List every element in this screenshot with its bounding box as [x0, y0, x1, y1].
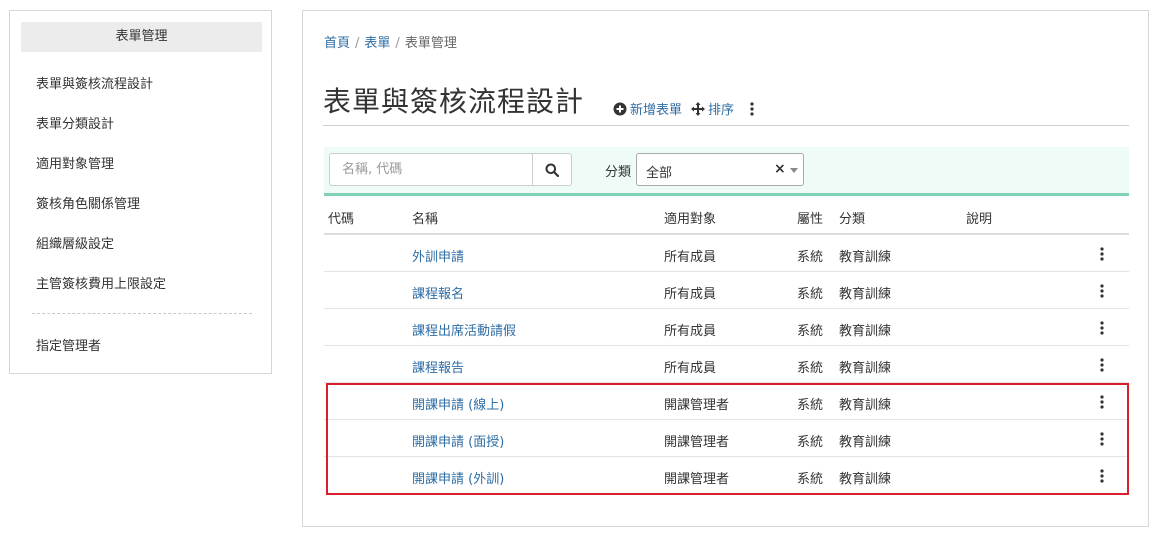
cell-name-link[interactable]: 課程出席活動請假 — [412, 320, 516, 339]
sidebar-item-org-level-settings[interactable]: 組織層級設定 — [36, 233, 114, 252]
header-category: 分類 — [839, 212, 866, 227]
cell-attr: 系統 — [797, 472, 824, 487]
vertical-ellipsis-icon — [1100, 358, 1104, 372]
header-target: 適用對象 — [664, 212, 717, 227]
row-more-menu[interactable] — [1094, 319, 1110, 337]
vertical-ellipsis-icon — [1100, 247, 1104, 261]
category-clear-icon[interactable]: × — [774, 161, 786, 177]
vertical-ellipsis-icon — [1100, 469, 1104, 483]
sidebar: 表單管理 表單與簽核流程設計 表單分類設計 適用對象管理 簽核角色關係管理 組織… — [9, 10, 272, 374]
vertical-ellipsis-icon — [1100, 284, 1104, 298]
sidebar-item-target-management[interactable]: 適用對象管理 — [36, 153, 114, 172]
chevron-down-icon — [790, 168, 798, 173]
cell-category: 教育訓練 — [839, 472, 892, 487]
filter-bar: 分類 全部 × — [324, 147, 1129, 196]
sidebar-item-approval-role-relations[interactable]: 簽核角色關係管理 — [36, 193, 140, 212]
plus-circle-icon — [613, 102, 627, 115]
table-header: 代碼 名稱 適用對象 屬性 分類 說明 — [324, 199, 1129, 235]
cell-category: 教育訓練 — [839, 250, 892, 265]
search-input[interactable] — [329, 153, 533, 186]
cell-target: 開課管理者 — [664, 472, 730, 487]
title-divider — [323, 125, 1129, 126]
page: 表單管理 表單與簽核流程設計 表單分類設計 適用對象管理 簽核角色關係管理 組織… — [0, 0, 1162, 538]
cell-target: 所有成員 — [664, 287, 717, 302]
breadcrumb-current: 表單管理 — [404, 36, 457, 51]
main-panel: 首頁 / 表單 / 表單管理 表單與簽核流程設計 新增表單 排序 名稱, 代碼 … — [302, 10, 1149, 527]
cell-target: 所有成員 — [664, 324, 717, 339]
move-arrows-icon — [691, 101, 706, 116]
header-description: 說明 — [966, 212, 993, 227]
cell-name-link[interactable]: 外訓申請 — [412, 246, 464, 265]
cell-category: 教育訓練 — [839, 435, 892, 450]
vertical-ellipsis-icon — [1100, 321, 1104, 335]
row-more-menu[interactable] — [1094, 245, 1110, 263]
cell-target: 所有成員 — [664, 250, 717, 265]
cell-name-link[interactable]: 開課申請 (外訓) — [412, 468, 504, 487]
cell-attr: 系統 — [797, 398, 824, 413]
cell-attr: 系統 — [797, 361, 824, 376]
breadcrumb: 首頁 / 表單 / 表單管理 — [324, 32, 457, 51]
cell-target: 所有成員 — [664, 361, 717, 376]
cell-target: 開課管理者 — [664, 398, 730, 413]
cell-category: 教育訓練 — [839, 361, 892, 376]
breadcrumb-separator: / — [355, 36, 360, 51]
page-more-menu[interactable] — [749, 101, 755, 116]
cell-category: 教育訓練 — [839, 324, 892, 339]
category-label: 分類 — [605, 165, 632, 180]
vertical-ellipsis-icon — [750, 101, 754, 116]
forms-table: 代碼 名稱 適用對象 屬性 分類 說明 外訓申請 所有成員 系統 教育訓練 課程… — [324, 199, 1129, 494]
table-row: 開課申請 (外訓) 開課管理者 系統 教育訓練 — [324, 457, 1129, 494]
breadcrumb-forms[interactable]: 表單 — [364, 36, 390, 51]
header-attr: 屬性 — [797, 212, 824, 227]
cell-name-link[interactable]: 開課申請 (面授) — [412, 431, 504, 450]
table-row: 課程報名 所有成員 系統 教育訓練 — [324, 272, 1129, 309]
header-code: 代碼 — [328, 212, 355, 227]
add-form-label: 新增表單 — [630, 103, 683, 118]
sidebar-item-form-flow-design[interactable]: 表單與簽核流程設計 — [36, 73, 153, 92]
row-more-menu[interactable] — [1094, 356, 1110, 374]
cell-attr: 系統 — [797, 250, 824, 265]
cell-attr: 系統 — [797, 287, 824, 302]
row-more-menu[interactable] — [1094, 393, 1110, 411]
row-more-menu[interactable] — [1094, 467, 1110, 485]
table-row: 外訓申請 所有成員 系統 教育訓練 — [324, 235, 1129, 272]
table-row: 課程報告 所有成員 系統 教育訓練 — [324, 346, 1129, 383]
sidebar-item-form-category-design[interactable]: 表單分類設計 — [36, 113, 114, 132]
title-actions: 新增表單 排序 — [613, 99, 755, 118]
cell-attr: 系統 — [797, 324, 824, 339]
cell-attr: 系統 — [797, 435, 824, 450]
sort-label: 排序 — [708, 103, 735, 118]
vertical-ellipsis-icon — [1100, 432, 1104, 446]
search-icon — [545, 163, 559, 177]
sidebar-header: 表單管理 — [21, 22, 262, 52]
cell-name-link[interactable]: 課程報告 — [412, 357, 464, 376]
breadcrumb-separator: / — [395, 36, 400, 51]
category-select[interactable]: 全部 × — [636, 153, 804, 186]
sidebar-item-manager-cost-limit[interactable]: 主管簽核費用上限設定 — [36, 273, 166, 292]
vertical-ellipsis-icon — [1100, 395, 1104, 409]
add-form-button[interactable]: 新增表單 — [613, 99, 682, 118]
table-row: 開課申請 (面授) 開課管理者 系統 教育訓練 — [324, 420, 1129, 457]
search-button[interactable] — [532, 153, 572, 186]
breadcrumb-home[interactable]: 首頁 — [324, 36, 350, 51]
header-name: 名稱 — [412, 212, 439, 227]
row-more-menu[interactable] — [1094, 282, 1110, 300]
cell-name-link[interactable]: 開課申請 (線上) — [412, 394, 504, 413]
table-row: 開課申請 (線上) 開課管理者 系統 教育訓練 — [324, 383, 1129, 420]
sidebar-divider — [32, 313, 252, 314]
cell-target: 開課管理者 — [664, 435, 730, 450]
page-title: 表單與簽核流程設計 — [323, 85, 585, 118]
cell-name-link[interactable]: 課程報名 — [412, 283, 464, 302]
category-select-value: 全部 — [646, 166, 673, 181]
row-more-menu[interactable] — [1094, 430, 1110, 448]
sort-button[interactable]: 排序 — [691, 99, 734, 118]
cell-category: 教育訓練 — [839, 398, 892, 413]
sidebar-item-assign-admin[interactable]: 指定管理者 — [36, 335, 101, 354]
table-row: 課程出席活動請假 所有成員 系統 教育訓練 — [324, 309, 1129, 346]
cell-category: 教育訓練 — [839, 287, 892, 302]
